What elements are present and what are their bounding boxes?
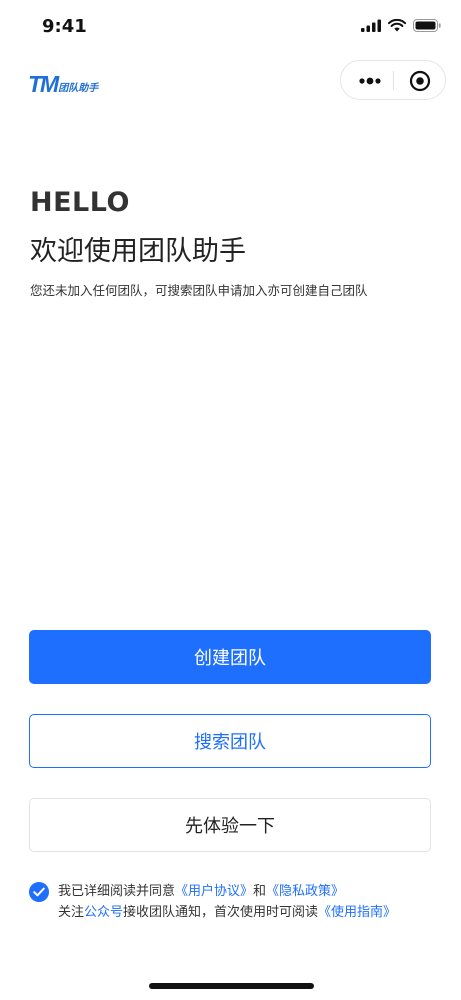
search-team-button[interactable]: 搜索团队 bbox=[29, 714, 431, 768]
more-menu-button[interactable] bbox=[353, 69, 387, 93]
capsule-divider bbox=[393, 71, 394, 90]
agreement-checkbox[interactable] bbox=[29, 882, 49, 902]
target-circle-icon bbox=[409, 70, 431, 92]
home-indicator bbox=[149, 983, 314, 989]
privacy-policy-link[interactable]: 《隐私政策》 bbox=[266, 884, 344, 899]
agreement-prefix: 我已详细阅读并同意 bbox=[58, 884, 176, 899]
agreement-and: 和 bbox=[253, 884, 267, 899]
status-time: 9:41 bbox=[42, 16, 87, 37]
create-team-button[interactable]: 创建团队 bbox=[29, 630, 431, 684]
welcome-subtitle: 您还未加入任何团队，可搜索团队申请加入亦可创建自己团队 bbox=[30, 283, 368, 298]
wifi-icon bbox=[388, 19, 406, 32]
battery-icon bbox=[413, 19, 441, 32]
welcome-title: 欢迎使用团队助手 bbox=[30, 236, 246, 267]
status-icons bbox=[361, 19, 441, 32]
follow-prefix: 关注 bbox=[58, 905, 85, 920]
user-guide-link[interactable]: 《使用指南》 bbox=[318, 905, 396, 920]
official-account-link[interactable]: 公众号 bbox=[84, 905, 123, 920]
user-agreement-link[interactable]: 《用户协议》 bbox=[175, 884, 253, 899]
agreement-text: 我已详细阅读并同意《用户协议》和《隐私政策》关注公众号接收团队通知，首次使用时可… bbox=[58, 881, 438, 923]
close-mini-program-button[interactable] bbox=[403, 69, 437, 93]
checkmark-icon bbox=[33, 887, 45, 897]
logo-mark: TM bbox=[28, 71, 59, 97]
greeting-heading: HELLO bbox=[30, 187, 130, 218]
mini-program-capsule bbox=[340, 60, 446, 100]
status-bar: 9:41 bbox=[0, 0, 461, 56]
follow-suffix: 接收团队通知，首次使用时可阅读 bbox=[123, 905, 319, 920]
more-dots-icon bbox=[359, 77, 381, 85]
try-first-button[interactable]: 先体验一下 bbox=[29, 798, 431, 852]
cellular-signal-icon bbox=[361, 19, 381, 32]
logo-text: 团队助手 bbox=[58, 83, 99, 94]
app-logo: TM 团队助手 bbox=[28, 72, 98, 96]
